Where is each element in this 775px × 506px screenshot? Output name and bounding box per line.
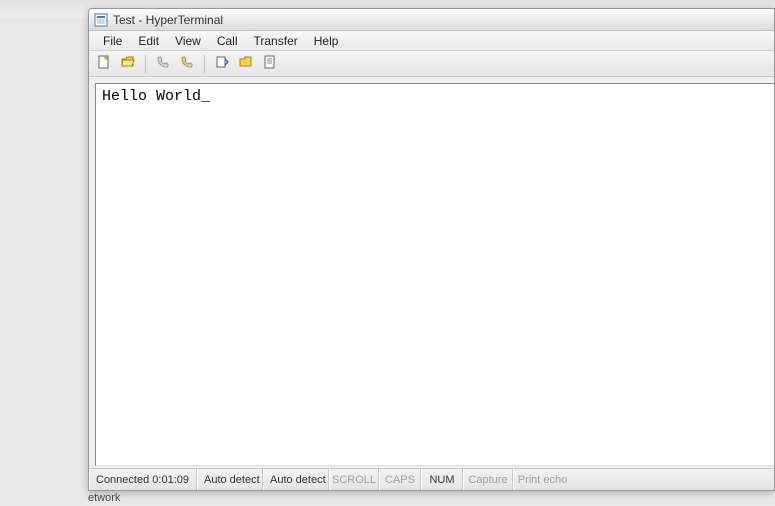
new-file-icon: [96, 54, 112, 73]
receive-icon: [238, 54, 254, 73]
toolbar-separator: [145, 55, 146, 73]
status-caps: CAPS: [379, 469, 421, 490]
status-autodetect-2: Auto detect: [263, 469, 329, 490]
app-window: Test - HyperTerminal File Edit View Call…: [88, 8, 775, 491]
titlebar[interactable]: Test - HyperTerminal: [89, 9, 774, 31]
menubar: File Edit View Call Transfer Help: [89, 31, 774, 51]
properties-button[interactable]: [261, 55, 279, 73]
menu-call[interactable]: Call: [209, 32, 246, 50]
status-connected-label: Connected: [96, 474, 149, 486]
connect-button[interactable]: [154, 55, 172, 73]
terminal-text: Hello World: [102, 88, 201, 105]
menu-edit[interactable]: Edit: [130, 32, 167, 50]
status-connected-time: 0:01:09: [152, 474, 189, 486]
send-icon: [214, 54, 230, 73]
status-num: NUM: [421, 469, 463, 490]
menu-view[interactable]: View: [167, 32, 209, 50]
status-autodetect-1: Auto detect: [197, 469, 263, 490]
menu-transfer[interactable]: Transfer: [246, 32, 306, 50]
status-scroll: SCROLL: [329, 469, 379, 490]
window-title: Test - HyperTerminal: [113, 13, 223, 27]
toolbar: [89, 51, 774, 77]
receive-button[interactable]: [237, 55, 255, 73]
disconnect-phone-icon: [179, 54, 195, 73]
status-connected: Connected 0:01:09: [89, 469, 197, 490]
terminal-cursor: _: [201, 88, 210, 105]
statusbar: Connected 0:01:09 Auto detect Auto detec…: [89, 468, 774, 490]
send-button[interactable]: [213, 55, 231, 73]
menu-help[interactable]: Help: [306, 32, 347, 50]
content-area: Hello World_: [89, 77, 774, 468]
new-file-button[interactable]: [95, 55, 113, 73]
app-icon: [93, 12, 109, 28]
background-text-fragment: etwork: [88, 492, 120, 504]
menu-file[interactable]: File: [95, 32, 130, 50]
open-button[interactable]: [119, 55, 137, 73]
properties-icon: [262, 54, 278, 73]
status-printecho: Print echo: [513, 469, 571, 490]
status-capture: Capture: [463, 469, 513, 490]
toolbar-separator: [204, 55, 205, 73]
connect-phone-icon: [155, 54, 171, 73]
disconnect-button[interactable]: [178, 55, 196, 73]
open-folder-icon: [120, 54, 136, 73]
terminal-output[interactable]: Hello World_: [95, 83, 774, 466]
